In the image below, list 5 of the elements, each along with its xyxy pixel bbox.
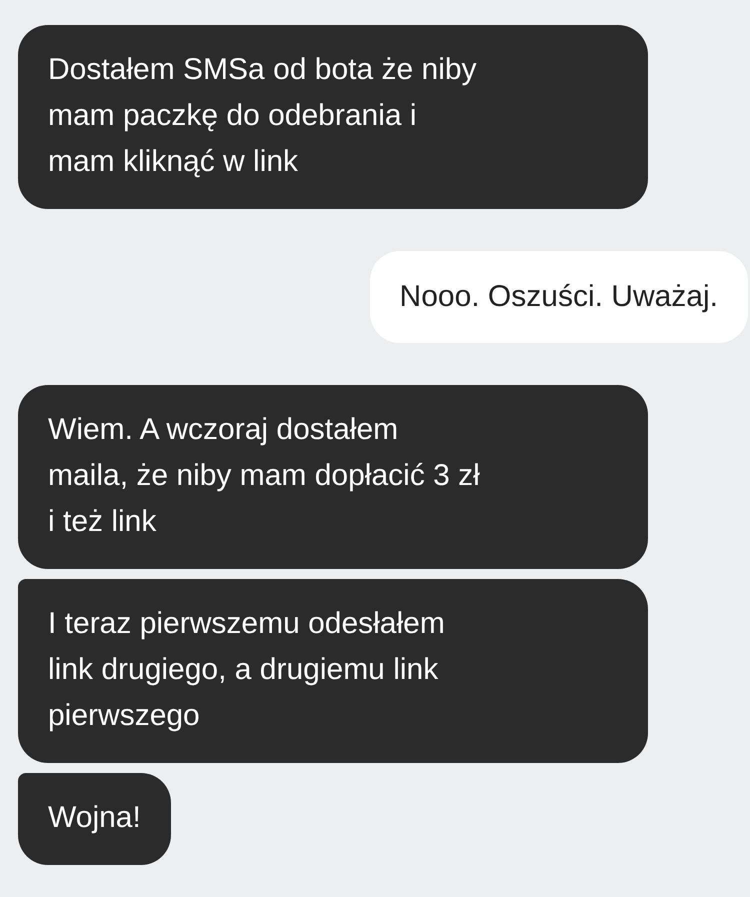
received-message-bubble: Dostałem SMSa od bota że niby mam paczkę do odebrania i mam kliknąć w link [18, 25, 648, 209]
sent-message-bubble: Nooo. Oszuści. Uważaj. [370, 251, 748, 343]
received-message-bubble: Wojna! [18, 773, 171, 865]
received-message-bubble: I teraz pierwszemu odesłałem link drugiego, a drugiemu link pierwszego [18, 579, 648, 763]
received-message-bubble: Wiem. A wczoraj dostałem maila, że niby mam dopłacić 3 zł i też link [18, 385, 648, 569]
